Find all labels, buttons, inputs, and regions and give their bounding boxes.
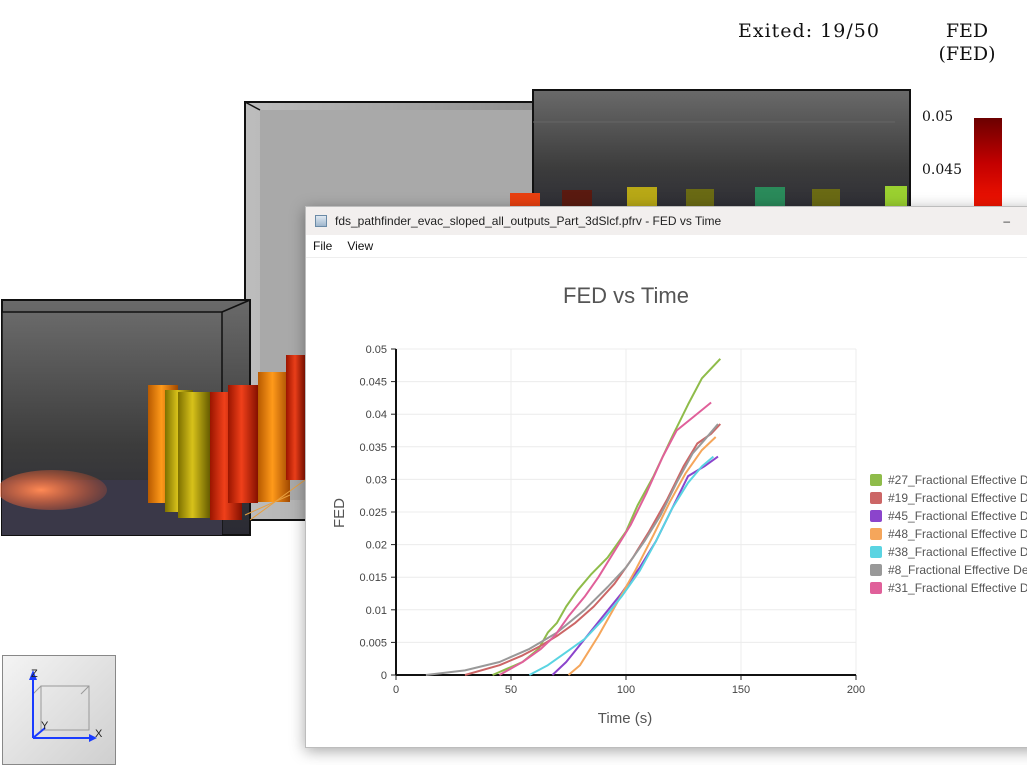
legend-swatch <box>870 582 882 594</box>
legend-item[interactable]: #31_Fractional Effective D <box>870 579 1027 597</box>
x-tick-label: 0 <box>393 684 399 696</box>
legend-label: #19_Fractional Effective D <box>888 491 1027 505</box>
app-icon <box>315 215 327 227</box>
window-titlebar[interactable]: fds_pathfinder_evac_sloped_all_outputs_P… <box>306 207 1027 235</box>
y-tick-label: 0.015 <box>359 572 387 584</box>
legend-swatch <box>870 546 882 558</box>
plot-area: FED vs Time 0 50 100 150 200 0 0.005 0.01 0.015 0… <box>306 257 1027 747</box>
legend-label: #38_Fractional Effective D <box>888 545 1027 559</box>
legend-swatch <box>870 528 882 540</box>
legend-swatch <box>870 510 882 522</box>
axis-label-x: X <box>95 728 103 740</box>
legend-label: #8_Fractional Effective De <box>888 563 1027 577</box>
exited-counter: Exited: 19/50 <box>738 20 880 42</box>
x-axis-label: Time (s) <box>598 710 652 727</box>
y-tick-label: 0.035 <box>359 442 387 454</box>
y-tick-label: 0.05 <box>366 344 387 356</box>
legend-swatch <box>870 492 882 504</box>
series-line <box>425 423 719 676</box>
exited-label: Exited: <box>738 20 814 42</box>
y-tick-label: 0.03 <box>366 474 387 486</box>
legend-item[interactable]: #27_Fractional Effective D <box>870 471 1027 489</box>
colorbar-tick: 0.045 <box>922 162 963 178</box>
y-tick-label: 0.025 <box>359 507 387 519</box>
legend-item[interactable]: #19_Fractional Effective D <box>870 489 1027 507</box>
x-tick-label: 50 <box>505 684 517 696</box>
legend-swatch <box>870 474 882 486</box>
y-tick-label: 0.01 <box>366 605 387 617</box>
series-line <box>492 358 722 676</box>
chart-window[interactable]: fds_pathfinder_evac_sloped_all_outputs_P… <box>305 206 1027 748</box>
y-tick-label: 0.005 <box>359 637 387 649</box>
x-tick-label: 200 <box>847 684 865 696</box>
axes-gizmo <box>29 670 97 742</box>
chart-legend: #27_Fractional Effective D #19_Fractional… <box>870 471 1027 597</box>
menu-view[interactable]: View <box>347 239 373 253</box>
menu-bar: File View <box>306 235 1027 258</box>
colorbar-title: FED (FED) <box>938 20 996 66</box>
legend-label: #48_Fractional Effective D <box>888 527 1027 541</box>
legend-item[interactable]: #8_Fractional Effective De <box>870 561 1027 579</box>
y-axis-label: FED <box>331 498 348 528</box>
colorbar-title-line1: FED <box>945 20 989 42</box>
y-tick-label: 0.04 <box>366 409 387 421</box>
y-tick-label: 0 <box>381 670 387 682</box>
legend-item[interactable]: #45_Fractional Effective D <box>870 507 1027 525</box>
colorbar <box>974 118 1002 218</box>
colorbar-title-line2: (FED) <box>938 43 996 65</box>
exited-value: 19/50 <box>820 20 880 42</box>
legend-item[interactable]: #48_Fractional Effective D <box>870 525 1027 543</box>
legend-swatch <box>870 564 882 576</box>
minimize-icon[interactable]: – <box>1003 214 1010 228</box>
colorbar-tick: 0.05 <box>922 109 954 125</box>
legend-label: #27_Fractional Effective D <box>888 473 1027 487</box>
series-line <box>464 423 722 676</box>
y-tick-label: 0.02 <box>366 540 387 552</box>
legend-label: #31_Fractional Effective D <box>888 581 1027 595</box>
menu-file[interactable]: File <box>313 239 332 253</box>
window-title: fds_pathfinder_evac_sloped_all_outputs_P… <box>335 214 722 228</box>
axis-label-y: Y <box>41 720 49 732</box>
axes-orientation-widget: Z Y X <box>2 655 116 765</box>
axis-label-z: Z <box>31 668 38 680</box>
legend-label: #45_Fractional Effective D <box>888 509 1027 523</box>
y-tick-label: 0.045 <box>359 377 387 389</box>
x-tick-label: 100 <box>617 684 635 696</box>
legend-item[interactable]: #38_Fractional Effective D <box>870 543 1027 561</box>
x-tick-label: 150 <box>732 684 750 696</box>
series-line <box>499 401 712 676</box>
